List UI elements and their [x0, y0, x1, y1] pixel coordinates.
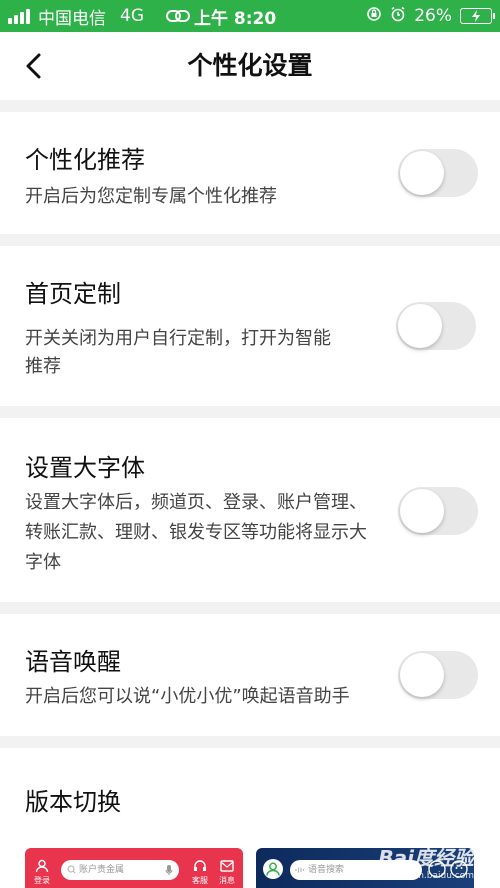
setting-personalized-recommendation: 个性化推荐 开启后为您定制专属个性化推荐 [0, 112, 500, 234]
setting-title: 个性化推荐 [25, 146, 145, 174]
orientation-lock-icon [366, 6, 382, 27]
setting-description: 开关关闭为用户自行定制，打开为智能 推荐 [25, 328, 331, 377]
chevron-left-icon [26, 53, 41, 79]
avatar [262, 858, 284, 884]
back-button[interactable] [14, 46, 54, 86]
setting-homepage-customization: 首页定制 开关关闭为用户自行定制，打开为智能 推荐 [0, 246, 500, 406]
voice-wave-icon [295, 860, 305, 888]
status-bar: 中国电信 4G 上午 8:20 26% [0, 0, 500, 32]
login-label: 登录 [34, 876, 50, 885]
setting-description: 开启后您可以说“小优小优”唤起语音助手 [25, 686, 350, 707]
clock: 上午 8:20 [194, 8, 277, 29]
signal-icon [8, 8, 30, 24]
setting-voice-wakeup: 语音唤醒 开启后您可以说“小优小优”唤起语音助手 [0, 614, 500, 736]
section-title: 版本切换 [25, 788, 121, 816]
page-title: 个性化设置 [187, 51, 313, 80]
nav-bar: 个性化设置 [0, 32, 500, 100]
search-placeholder: 账户贵金属 [79, 865, 125, 875]
voice-wakeup-toggle[interactable] [398, 651, 478, 699]
alarm-icon [390, 6, 406, 27]
link-icon [166, 9, 190, 23]
battery-icon [460, 8, 495, 24]
setting-large-font: 设置大字体 设置大字体后，频道页、登录、账户管理、 转账汇款、理财、银发专区等功… [0, 418, 500, 602]
baidu-jingyan-watermark: Bai度经验 jingyan.baidu.com [378, 846, 474, 881]
battery-percent: 26% [414, 6, 452, 26]
search-placeholder: 语音搜索 [308, 865, 345, 875]
microphone-icon [165, 860, 173, 888]
homepage-customization-toggle[interactable] [396, 302, 476, 350]
setting-description: 开启后为您定制专属个性化推荐 [25, 186, 277, 207]
setting-title: 首页定制 [25, 280, 121, 308]
setting-title: 语音唤醒 [25, 648, 121, 676]
personalized-recommendation-toggle[interactable] [398, 149, 478, 197]
network-type: 4G [120, 6, 144, 26]
carrier-name: 中国电信 [38, 8, 106, 29]
search-icon [67, 860, 76, 888]
search-bar: 账户贵金属 [61, 860, 179, 880]
setting-description: 设置大字体后，频道页、登录、账户管理、 转账汇款、理财、银发专区等功能将显示大 … [25, 492, 367, 573]
setting-title: 设置大字体 [25, 454, 145, 482]
message-label: 消息 [219, 876, 235, 885]
version-standard-option[interactable]: 登录 账户贵金属 客服 消息 [25, 848, 243, 888]
large-font-toggle[interactable] [398, 487, 478, 535]
service-label: 客服 [192, 876, 208, 885]
